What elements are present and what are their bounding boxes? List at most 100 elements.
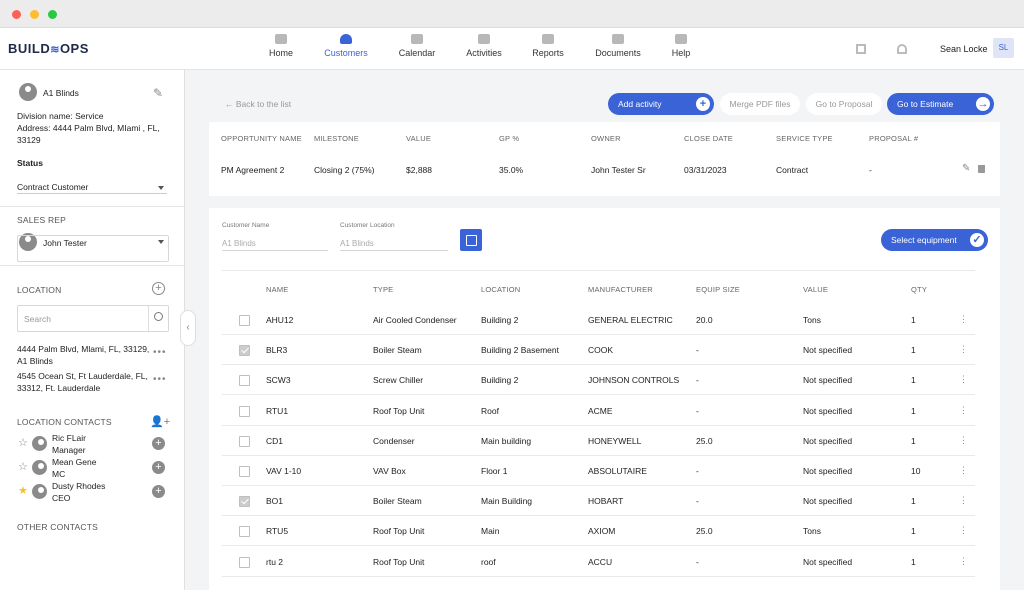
back-to-list-link[interactable]: ← Back to the list [225, 99, 291, 109]
add-circle-icon[interactable]: + [152, 437, 165, 450]
nav-home[interactable]: Home [251, 34, 311, 58]
document-icon [612, 34, 624, 44]
equip-value: Tons [803, 315, 821, 325]
equip-type: Boiler Steam [373, 345, 422, 356]
equip-name: rtu 2 [266, 556, 284, 567]
col-owner: OWNER [591, 134, 621, 143]
divider [222, 575, 975, 577]
contact-name: Dusty Rhodes [52, 481, 106, 491]
user-avatar[interactable]: SL [993, 38, 1014, 58]
row-checkbox[interactable] [239, 556, 250, 568]
star-outline-icon[interactable]: ☆ [18, 436, 28, 449]
row-checkbox[interactable] [239, 526, 250, 538]
col-proposal: PROPOSAL # [869, 134, 919, 143]
equip-location: Building 2 [481, 315, 519, 325]
equip-size: - [696, 496, 699, 507]
nav-activities-label: Activities [466, 48, 502, 58]
location-search-box [17, 235, 169, 262]
equip-manufacturer: AXIOM [588, 526, 616, 537]
status-select[interactable]: Contract Customer [17, 178, 167, 194]
gp-percent: 35.0% [499, 165, 524, 175]
equip-value: Not specified [803, 466, 853, 476]
add-circle-icon[interactable]: + [152, 485, 165, 498]
open-external-icon[interactable] [460, 229, 482, 251]
equip-location: Building 2 [481, 375, 519, 386]
merge-pdf-button[interactable]: Merge PDF files [720, 93, 800, 115]
add-activity-button[interactable]: Add activity + [608, 93, 714, 115]
col-location: LOCATION [481, 285, 521, 294]
equip-size: 25.0 [696, 435, 713, 446]
row-menu-icon[interactable]: ⋮ [959, 556, 968, 567]
equip-size: 20.0 [696, 315, 713, 325]
location-label: LOCATION [17, 285, 62, 295]
go-to-estimate-button[interactable]: Go to Estimate → [887, 93, 994, 115]
row-menu-icon[interactable]: ⋮ [959, 525, 968, 536]
nav-reports-label: Reports [532, 48, 564, 58]
close-window-button[interactable] [12, 10, 21, 19]
minimize-window-button[interactable] [30, 10, 39, 19]
list-view-icon[interactable] [856, 44, 866, 54]
nav-reports[interactable]: Reports [518, 34, 578, 58]
row-menu-icon[interactable]: ⋮ [959, 344, 968, 355]
row-menu-icon[interactable]: ⋮ [959, 495, 968, 506]
col-close-date: CLOSE DATE [684, 134, 733, 143]
col-milestone: MILESTONE [314, 134, 360, 143]
folder-icon [542, 34, 554, 44]
star-filled-icon[interactable]: ★ [18, 484, 28, 497]
equip-type: Screw Chiller [373, 375, 424, 386]
nav-help-label: Help [671, 48, 691, 58]
notification-bell-icon[interactable] [897, 44, 907, 54]
equip-type: Roof Top Unit [373, 405, 425, 416]
equip-type: VAV Box [373, 466, 406, 476]
row-checkbox[interactable] [239, 405, 250, 417]
add-contact-icon[interactable]: 👤+ [150, 415, 170, 428]
activities-icon [478, 34, 490, 44]
collapse-sidebar-button[interactable]: ‹ [180, 310, 196, 346]
row-checkbox[interactable] [239, 466, 250, 477]
row-menu-icon[interactable]: ⋮ [959, 435, 968, 446]
add-circle-icon[interactable]: + [152, 461, 165, 474]
customer-location-field[interactable]: A1 Blinds [340, 239, 448, 251]
buildops-logo[interactable]: BUILD≋OPS [8, 41, 89, 56]
nav-help[interactable]: Help [651, 34, 711, 58]
row-menu-icon[interactable]: ⋮ [959, 405, 968, 416]
trash-icon[interactable] [978, 165, 985, 173]
row-menu-icon[interactable]: ⋮ [959, 374, 968, 385]
row-menu-icon[interactable]: ⋮ [959, 465, 968, 476]
location-item-name: A1 Blinds [17, 356, 53, 366]
row-checkbox[interactable] [239, 375, 250, 387]
status-value: Contract Customer [17, 182, 89, 192]
edit-pencil-icon[interactable]: ✎ [153, 86, 163, 100]
more-options-icon[interactable]: ••• [153, 347, 167, 358]
row-checkbox[interactable] [239, 315, 250, 326]
contact-role: Manager [52, 445, 86, 455]
row-checkbox[interactable] [239, 496, 250, 508]
other-contacts-label: OTHER CONTACTS [17, 522, 99, 532]
search-icon[interactable] [154, 312, 163, 321]
nav-customers[interactable]: Customers [316, 34, 376, 58]
row-menu-icon[interactable]: ⋮ [959, 314, 968, 325]
select-equipment-button[interactable]: Select equipment ✓ [881, 229, 988, 251]
row-checkbox[interactable] [239, 435, 250, 447]
equip-location: Main building [481, 435, 532, 446]
go-to-proposal-button[interactable]: Go to Proposal [806, 93, 882, 115]
star-outline-icon[interactable]: ☆ [18, 460, 28, 473]
nav-documents[interactable]: Documents [588, 34, 648, 58]
equip-location: Roof [481, 405, 499, 416]
plus-icon: + [696, 97, 710, 111]
nav-calendar[interactable]: Calendar [387, 34, 447, 58]
maximize-window-button[interactable] [48, 10, 57, 19]
contact-avatar [32, 436, 47, 451]
add-location-icon[interactable]: + [152, 282, 165, 295]
more-options-icon[interactable]: ••• [153, 374, 167, 385]
customer-name-field[interactable]: A1 Blinds [222, 239, 328, 251]
add-activity-label: Add activity [618, 99, 662, 109]
window-titlebar [0, 0, 1024, 28]
nav-activities[interactable]: Activities [454, 34, 514, 58]
equip-value: Not specified [803, 435, 853, 446]
row-checkbox[interactable] [239, 345, 250, 357]
contact-name: Ric FLair [52, 433, 87, 443]
edit-pencil-icon[interactable]: ✎ [962, 163, 970, 174]
location-search-input[interactable]: Search [17, 305, 169, 332]
equip-qty: 1 [911, 556, 916, 567]
